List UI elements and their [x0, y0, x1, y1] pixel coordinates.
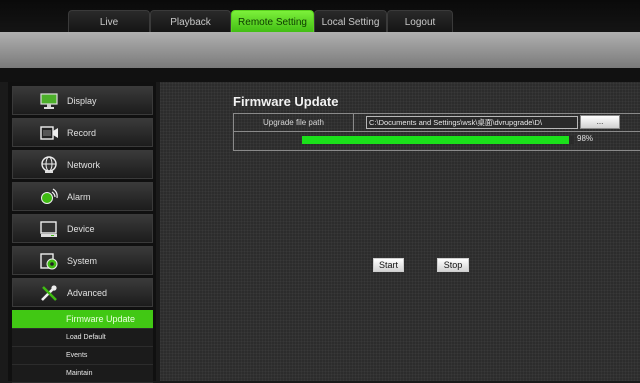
browse-button[interactable]: ...	[580, 115, 620, 129]
upgrade-path-input[interactable]: C:\Documents and Settings\wsk\桌面\dvrupgr…	[366, 116, 578, 129]
upgrade-path-row: Upgrade file path C:\Documents and Setti…	[233, 113, 640, 132]
sidebar-item-alarm[interactable]: Alarm	[12, 182, 153, 211]
page-title: Firmware Update	[233, 94, 339, 109]
progress-row: 98%	[233, 132, 640, 151]
sidebar-item-label: Display	[67, 96, 97, 106]
sidebar-item-display[interactable]: Display	[12, 86, 153, 115]
tab-live[interactable]: Live	[68, 10, 150, 33]
sidebar-subitem-events[interactable]: Events	[12, 347, 153, 365]
progress-percent: 98%	[577, 134, 594, 143]
tab-playback[interactable]: Playback	[150, 10, 231, 33]
sidebar-item-label: Network	[67, 160, 101, 170]
progress-bar-fill	[302, 136, 569, 144]
start-button[interactable]: Start	[373, 258, 404, 272]
camera-icon	[39, 123, 59, 143]
sidebar-item-label: Advanced	[67, 288, 108, 298]
system-gear-icon	[39, 251, 59, 271]
firmware-update-panel: Firmware Update Upgrade file path C:\Doc…	[233, 94, 640, 154]
tab-logout[interactable]: Logout	[387, 10, 453, 33]
tab-local-setting[interactable]: Local Setting	[314, 10, 387, 33]
top-nav-bar: Live Playback Remote Setting Local Setti…	[0, 0, 640, 33]
sidebar-item-advanced[interactable]: Advanced	[12, 278, 153, 307]
monitor-icon	[39, 91, 59, 111]
upgrade-path-label: Upgrade file path	[234, 114, 354, 131]
sidebar-item-label: Alarm	[67, 192, 91, 202]
hard-drive-icon	[39, 219, 59, 239]
sidebar-item-device[interactable]: Device	[12, 214, 153, 243]
sidebar-subitem-firmware-update[interactable]: Firmware Update	[12, 310, 153, 329]
sidebar-item-system[interactable]: System	[12, 246, 153, 275]
tab-remote-setting[interactable]: Remote Setting	[231, 10, 314, 33]
sidebar-subitem-maintain[interactable]: Maintain	[12, 365, 153, 383]
progress-bar	[302, 136, 574, 144]
main-content: Firmware Update Upgrade file path C:\Doc…	[160, 82, 640, 381]
globe-icon	[39, 155, 59, 175]
nav-tabs: Live Playback Remote Setting Local Setti…	[68, 10, 453, 33]
stop-button[interactable]: Stop	[437, 258, 469, 272]
tools-icon	[39, 283, 59, 303]
sidebar: Display Record Network Alarm Device Syst…	[8, 82, 156, 383]
sidebar-item-network[interactable]: Network	[12, 150, 153, 179]
sidebar-subitem-load-default[interactable]: Load Default	[12, 329, 153, 347]
header-separator	[0, 68, 640, 82]
alarm-icon	[39, 187, 59, 207]
sidebar-item-record[interactable]: Record	[12, 118, 153, 147]
header-band	[0, 32, 640, 68]
sidebar-item-label: Record	[67, 128, 97, 138]
sidebar-item-label: Device	[67, 224, 95, 234]
sidebar-item-label: System	[67, 256, 98, 266]
